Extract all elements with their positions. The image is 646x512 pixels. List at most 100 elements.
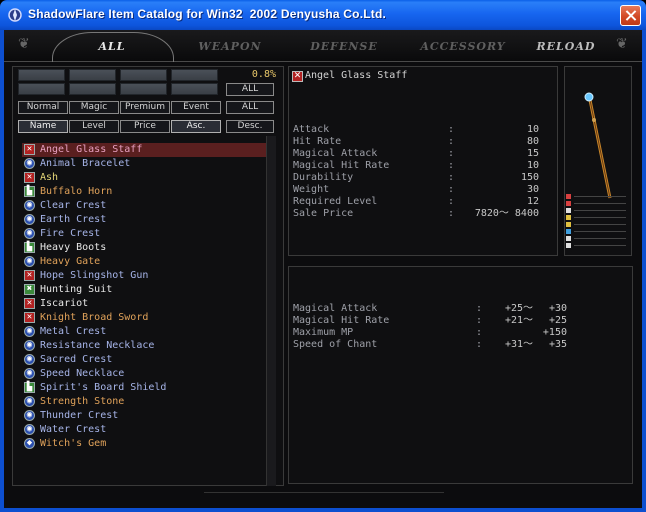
stat-row: Required Level: 12 xyxy=(293,196,561,208)
crest-icon: ◉ xyxy=(24,214,35,225)
bonus-row: Magical Attack: +25～ +30 xyxy=(293,303,567,315)
close-button[interactable] xyxy=(620,5,641,26)
stat-value: 12 xyxy=(526,196,539,207)
bonus-label: Magical Attack xyxy=(293,303,378,314)
stat-row: Magical Attack: 15 xyxy=(293,148,561,160)
stat-value: 10 xyxy=(526,124,539,135)
crest-icon: ◉ xyxy=(24,256,35,267)
app-icon xyxy=(8,8,22,22)
list-item-label: Strength Stone xyxy=(40,396,125,407)
slot[interactable] xyxy=(120,83,167,95)
list-item[interactable]: ◉ Earth Crest xyxy=(22,213,272,227)
slot[interactable] xyxy=(120,69,167,81)
list-item[interactable]: ◉ Heavy Gate xyxy=(22,255,272,269)
stat-row: Durability: 150 xyxy=(293,172,561,184)
window-title: ShadowFlare Item Catalog for Win32 2002 … xyxy=(28,7,387,21)
list-item-label: Clear Crest xyxy=(40,200,107,211)
property-indicator xyxy=(566,222,626,227)
stat-label: Durability xyxy=(293,172,354,183)
tab-weapon[interactable]: WEAPON xyxy=(180,36,280,58)
sort-price-button[interactable]: Price xyxy=(120,120,170,133)
list-item[interactable]: ✕ Angel Glass Staff xyxy=(22,143,272,157)
sort-descending-button[interactable]: Desc. xyxy=(226,120,274,133)
bonus-separator: : xyxy=(476,303,483,314)
filter-event-button[interactable]: Event xyxy=(171,101,221,114)
all-slots-button[interactable]: ALL xyxy=(226,83,274,96)
list-item-label: Resistance Necklace xyxy=(40,340,155,351)
tab-defense[interactable]: DEFENSE xyxy=(294,36,394,58)
bonus-label: Magical Hit Rate xyxy=(293,315,390,326)
tab-all[interactable]: ALL xyxy=(62,36,162,58)
stat-value: 80 xyxy=(526,136,539,147)
stat-label: Sale Price xyxy=(293,208,354,219)
list-item[interactable]: ◉ Animal Bracelet xyxy=(22,157,272,171)
stat-label: Hit Rate xyxy=(293,136,342,147)
list-item[interactable]: ◉ Metal Crest xyxy=(22,325,272,339)
list-item-label: Fire Crest xyxy=(40,228,101,239)
slot[interactable] xyxy=(69,83,116,95)
slot[interactable] xyxy=(69,69,116,81)
tab-bar: ❦ ❦ ALL WEAPON DEFENSE ACCESSORY RELOAD xyxy=(4,30,642,62)
indicator-swatch xyxy=(566,229,571,234)
property-indicator xyxy=(566,215,626,220)
list-item-label: Animal Bracelet xyxy=(40,158,131,169)
list-item[interactable]: ✖ Hunting Suit xyxy=(22,283,272,297)
indicator-swatch xyxy=(566,243,571,248)
item-list-scrollbar[interactable] xyxy=(266,136,276,486)
slot[interactable] xyxy=(18,83,65,95)
bonus-max: +35 xyxy=(548,339,567,350)
sort-level-button[interactable]: Level xyxy=(69,120,119,133)
selected-item-staff-icon: ✕ xyxy=(292,71,303,82)
list-item[interactable]: ✕ Hope Slingshot Gun xyxy=(22,269,272,283)
stat-row: Weight: 30 xyxy=(293,184,561,196)
stat-label: Attack xyxy=(293,124,330,135)
crest-icon: ◉ xyxy=(24,340,35,351)
bonus-separator: : xyxy=(476,327,483,338)
sort-ascending-button[interactable]: Asc. xyxy=(171,120,221,133)
stat-separator: : xyxy=(448,124,455,135)
gem-icon: ◆ xyxy=(24,438,35,449)
stat-row: Magical Hit Rate: 10 xyxy=(293,160,561,172)
filter-premium-button[interactable]: Premium xyxy=(120,101,170,114)
crest-icon: ◉ xyxy=(24,158,35,169)
slot[interactable] xyxy=(171,83,218,95)
list-item[interactable]: ▙ Spirit's Board Shield xyxy=(22,381,272,395)
indicator-line xyxy=(574,245,626,246)
list-item[interactable]: ◉ Strength Stone xyxy=(22,395,272,409)
stat-value: 7820～ 8400 xyxy=(474,208,539,219)
tab-accessory[interactable]: ACCESSORY xyxy=(408,36,518,58)
boots-icon: ▙ xyxy=(24,242,35,253)
stat-row: Attack: 10 xyxy=(293,124,561,136)
list-item[interactable]: ◉ Sacred Crest xyxy=(22,353,272,367)
list-item[interactable]: ▙ Buffalo Horn xyxy=(22,185,272,199)
list-item[interactable]: ▙ Heavy Boots xyxy=(22,241,272,255)
list-item[interactable]: ◉ Fire Crest xyxy=(22,227,272,241)
filter-all-button[interactable]: ALL xyxy=(226,101,274,114)
list-item[interactable]: ◆ Witch's Gem xyxy=(22,437,272,451)
stat-separator: : xyxy=(448,208,455,219)
list-item-label: Speed Necklace xyxy=(40,368,125,379)
list-item-label: Witch's Gem xyxy=(40,438,107,449)
list-item[interactable]: ◉ Water Crest xyxy=(22,423,272,437)
crest-icon: ◉ xyxy=(24,354,35,365)
list-item[interactable]: ◉ Clear Crest xyxy=(22,199,272,213)
tab-reload[interactable]: RELOAD xyxy=(526,36,606,58)
staff-image xyxy=(584,92,612,199)
list-item[interactable]: ◉ Resistance Necklace xyxy=(22,339,272,353)
list-item[interactable]: ◉ Thunder Crest xyxy=(22,409,272,423)
sort-name-button[interactable]: Name xyxy=(18,120,68,133)
list-item[interactable]: ✕ Iscariot xyxy=(22,297,272,311)
list-item[interactable]: ◉ Speed Necklace xyxy=(22,367,272,381)
bonus-max: +25 xyxy=(548,315,567,326)
list-item[interactable]: ✕ Knight Broad Sword xyxy=(22,311,272,325)
indicator-line xyxy=(574,238,626,239)
slot[interactable] xyxy=(171,69,218,81)
title-bar[interactable]: ShadowFlare Item Catalog for Win32 2002 … xyxy=(0,0,646,30)
filter-normal-button[interactable]: Normal xyxy=(18,101,68,114)
bonus-max: +150 xyxy=(542,327,567,338)
slot[interactable] xyxy=(18,69,65,81)
list-item[interactable]: ✕ Ash xyxy=(22,171,272,185)
filter-magic-button[interactable]: Magic xyxy=(69,101,119,114)
list-item-label: Heavy Boots xyxy=(40,242,107,253)
bonus-min: +25～ xyxy=(504,303,533,314)
